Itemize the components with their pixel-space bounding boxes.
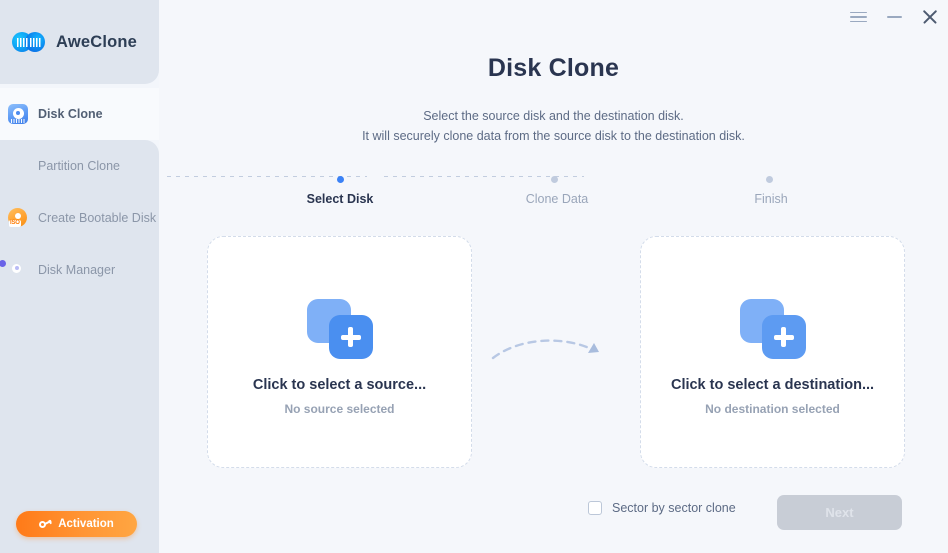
sector-by-sector-checkbox[interactable] — [588, 501, 602, 515]
step-dot-finish — [766, 176, 773, 183]
step-indicator: Select Disk Clone Data Finish — [159, 176, 948, 218]
sidebar-item-label: Partition Clone — [38, 159, 120, 173]
dashed-curved-arrow-icon — [489, 332, 609, 368]
app-logo-block: AweClone — [0, 0, 159, 84]
destination-card-title: Click to select a destination... — [671, 377, 874, 393]
page-subtitle: Select the source disk and the destinati… — [159, 106, 948, 146]
destination-card-subtitle: No destination selected — [705, 402, 840, 416]
disk-clone-icon — [8, 104, 28, 124]
add-disk-plus-icon — [307, 299, 373, 359]
step-label-clone-data: Clone Data — [497, 192, 617, 206]
step-dot-clone-data — [551, 176, 558, 183]
add-disk-plus-icon — [740, 299, 806, 359]
infinity-disc-logo-icon — [12, 32, 45, 52]
sidebar-item-label: Disk Manager — [38, 263, 115, 277]
key-icon — [39, 519, 52, 530]
source-card-subtitle: No source selected — [284, 402, 394, 416]
sidebar-item-disk-manager[interactable]: Disk Manager — [0, 244, 159, 296]
sector-by-sector-checkbox-group[interactable]: Sector by sector clone — [588, 501, 736, 515]
activation-label: Activation — [58, 518, 114, 530]
partition-pie-icon — [8, 156, 28, 176]
sidebar-item-disk-clone[interactable]: Disk Clone — [0, 88, 159, 140]
next-button[interactable]: Next — [777, 495, 902, 530]
step-label-select-disk: Select Disk — [280, 192, 400, 206]
sector-by-sector-label: Sector by sector clone — [612, 501, 736, 515]
sidebar-item-create-bootable-disk[interactable]: ISO Create Bootable Disk — [0, 192, 159, 244]
sidebar-item-partition-clone[interactable]: Partition Clone — [0, 140, 159, 192]
footer-row: Sector by sector clone Next — [159, 492, 948, 536]
sidebar: AweClone Disk Clone Partition Clone ISO … — [0, 0, 159, 553]
source-card-title: Click to select a source... — [253, 377, 426, 393]
subtitle-line-2: It will securely clone data from the sou… — [159, 126, 948, 146]
destination-disk-card[interactable]: Click to select a destination... No dest… — [640, 236, 905, 468]
iso-disc-icon: ISO — [8, 208, 28, 228]
app-name: AweClone — [56, 33, 137, 52]
sidebar-item-label: Disk Clone — [38, 107, 103, 121]
step-dot-select-disk — [337, 176, 344, 183]
source-disk-card[interactable]: Click to select a source... No source se… — [207, 236, 472, 468]
disk-manager-icon — [8, 260, 28, 280]
step-label-finish: Finish — [711, 192, 831, 206]
main-content: Disk Clone Select the source disk and th… — [159, 0, 948, 553]
activation-button[interactable]: Activation — [16, 511, 137, 537]
subtitle-line-1: Select the source disk and the destinati… — [159, 106, 948, 126]
sidebar-item-label: Create Bootable Disk — [38, 211, 156, 225]
app-window: AweClone Disk Clone Partition Clone ISO … — [0, 0, 948, 553]
page-title: Disk Clone — [159, 54, 948, 83]
